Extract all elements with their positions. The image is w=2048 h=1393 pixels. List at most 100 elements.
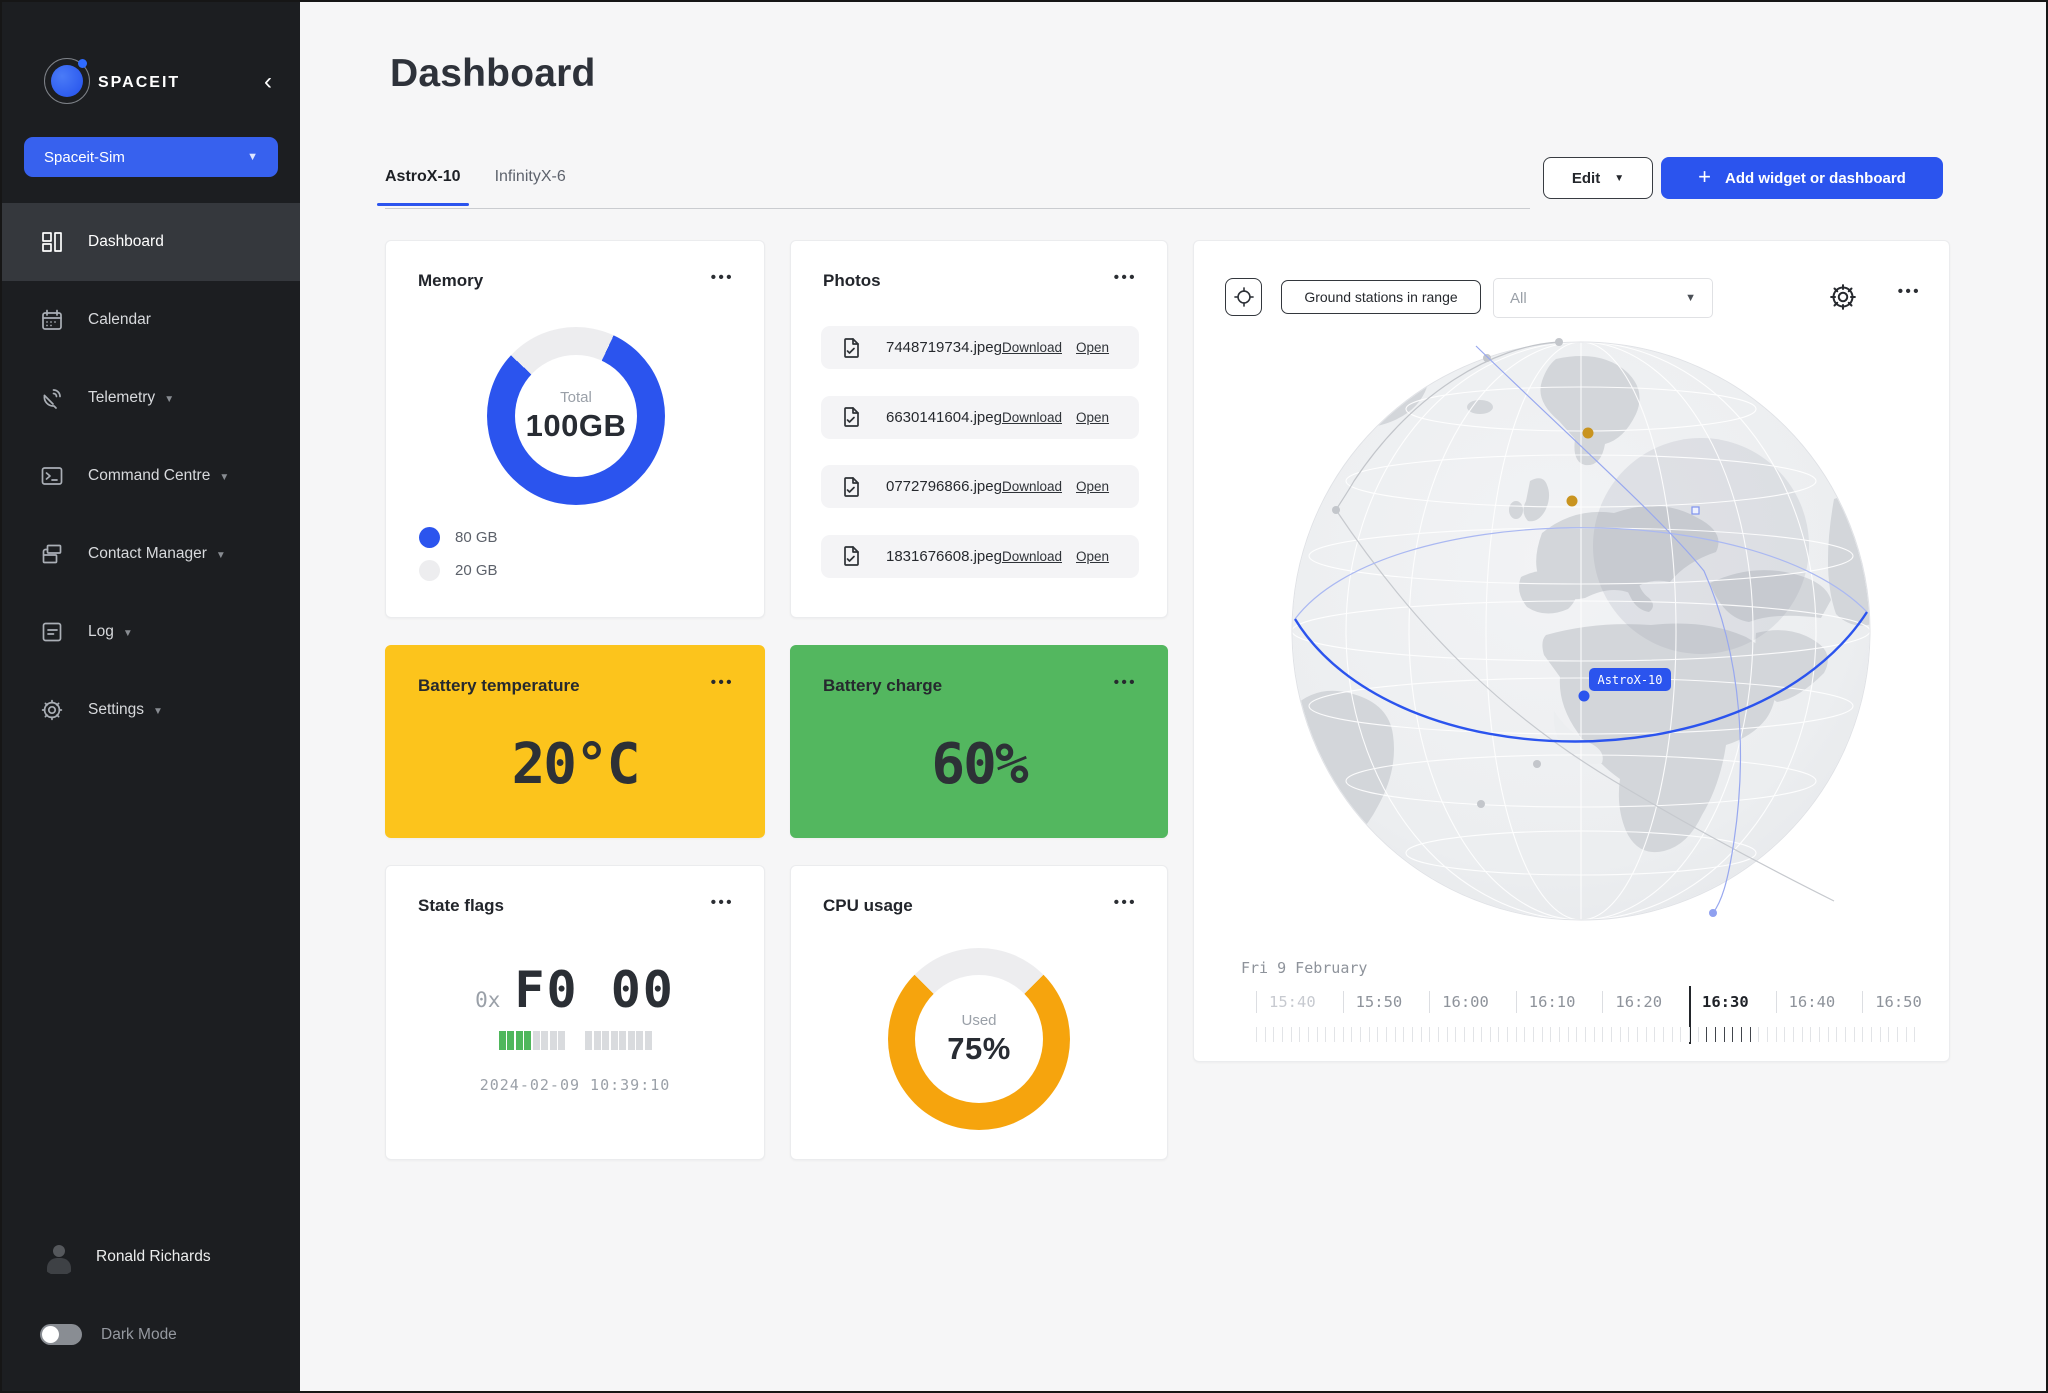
locate-button[interactable] <box>1225 278 1262 316</box>
chevron-down-icon: ▼ <box>219 470 229 483</box>
photo-row: 0772796866.jpegDownload Open <box>821 465 1139 508</box>
dashboard-tabs: AstroX-10 InfinityX-6 <box>385 168 1530 209</box>
memory-donut-chart: Total 100GB <box>487 327 665 505</box>
donut-center-value: 100GB <box>526 408 627 444</box>
sidebar-item-label: Contact Manager <box>88 545 207 563</box>
state-flag-bits <box>386 1031 764 1050</box>
flag-bit <box>619 1031 626 1050</box>
flag-bit <box>541 1031 548 1050</box>
sidebar-item-label: Dashboard <box>88 233 164 251</box>
download-link[interactable]: Download <box>1002 479 1062 494</box>
battery-temperature-widget: Battery temperature ••• 20°C <box>385 645 765 838</box>
legend-label: 20 GB <box>455 562 498 579</box>
map-widget: AstroX-10 Ground stations in range All ▼… <box>1193 240 1950 1062</box>
gear-icon <box>1828 282 1858 312</box>
open-link[interactable]: Open <box>1076 479 1109 494</box>
ground-station-marker[interactable] <box>1567 496 1578 507</box>
dark-mode-row: Dark Mode <box>40 1324 177 1345</box>
sidebar-item-settings[interactable]: Settings▼ <box>0 671 300 749</box>
photo-filename: 0772796866.jpeg <box>886 478 1002 495</box>
edit-button[interactable]: Edit ▼ <box>1543 157 1653 199</box>
command-icon <box>40 464 64 488</box>
photo-row: 1831676608.jpegDownload Open <box>821 535 1139 578</box>
open-link[interactable]: Open <box>1076 410 1109 425</box>
map-settings-button[interactable] <box>1828 282 1858 312</box>
sidebar-item-contact-manager[interactable]: Contact Manager▼ <box>0 515 300 593</box>
chevron-down-icon: ▼ <box>1614 173 1624 184</box>
sidebar-item-telemetry[interactable]: Telemetry▼ <box>0 359 300 437</box>
dashboard-icon <box>40 230 64 254</box>
widget-title: Memory <box>418 271 483 291</box>
widget-title: Battery charge <box>823 676 942 696</box>
ellipsis-menu-icon[interactable]: ••• <box>1114 269 1137 286</box>
ground-stations-button[interactable]: Ground stations in range <box>1281 280 1481 314</box>
flag-bit <box>524 1031 531 1050</box>
flag-bit <box>516 1031 523 1050</box>
photo-filename: 1831676608.jpeg <box>886 548 1002 565</box>
satellite-filter-select[interactable]: All ▼ <box>1493 278 1713 318</box>
state-flags-widget: State flags ••• 0xF0 00 2024-02-09 10:39… <box>385 865 765 1160</box>
workspace-selector[interactable]: Spaceit-Sim ▼ <box>24 137 278 177</box>
flag-bit <box>645 1031 652 1050</box>
cpu-donut-chart: Used 75% <box>888 948 1070 1130</box>
settings-icon <box>40 698 64 722</box>
sidebar-collapse-icon[interactable]: ‹ <box>264 68 272 96</box>
battery-charge-widget: Battery charge ••• 60% <box>790 645 1168 838</box>
download-link[interactable]: Download <box>1002 410 1062 425</box>
calendar-icon <box>40 308 64 332</box>
file-check-icon <box>839 336 863 360</box>
photo-row: 7448719734.jpegDownloadOpen <box>821 326 1139 369</box>
photos-widget: Photos ••• 7448719734.jpegDownloadOpen66… <box>790 240 1168 618</box>
contacts-icon <box>40 542 64 566</box>
globe-visualization[interactable]: AstroX-10 <box>1194 241 1951 1063</box>
dark-mode-label: Dark Mode <box>101 1326 177 1344</box>
donut-center-label: Total <box>560 389 592 406</box>
ellipsis-menu-icon[interactable]: ••• <box>711 894 734 911</box>
sidebar-item-label: Settings <box>88 701 144 719</box>
log-icon <box>40 620 64 644</box>
download-link[interactable]: Download <box>1002 549 1062 564</box>
state-flags-value: F0 00 <box>514 961 675 1019</box>
open-link[interactable]: Open <box>1076 549 1109 564</box>
avatar <box>40 1238 78 1276</box>
tab-infinityx-6[interactable]: InfinityX-6 <box>495 168 566 204</box>
sidebar-item-calendar[interactable]: Calendar <box>0 281 300 359</box>
flag-bit <box>507 1031 514 1050</box>
ellipsis-menu-icon[interactable]: ••• <box>1114 674 1137 691</box>
user-name: Ronald Richards <box>96 1248 211 1266</box>
battery-temperature-value: 20°C <box>386 732 764 797</box>
flag-bit <box>602 1031 609 1050</box>
ellipsis-menu-icon[interactable]: ••• <box>1114 894 1137 911</box>
open-link[interactable]: Open <box>1076 340 1109 355</box>
download-link[interactable]: Download <box>1002 340 1062 355</box>
sidebar-item-log[interactable]: Log▼ <box>0 593 300 671</box>
file-check-icon <box>839 544 863 568</box>
add-widget-button[interactable]: + Add widget or dashboard <box>1661 157 1943 199</box>
dark-mode-toggle[interactable] <box>40 1324 82 1345</box>
user-profile[interactable]: Ronald Richards <box>40 1238 211 1276</box>
flag-bit <box>611 1031 618 1050</box>
sidebar-item-label: Log <box>88 623 114 641</box>
memory-legend: 80 GB 20 GB <box>419 527 498 593</box>
legend-label: 80 GB <box>455 529 498 546</box>
state-flags-timestamp: 2024-02-09 10:39:10 <box>386 1076 764 1094</box>
ellipsis-menu-icon[interactable]: ••• <box>711 674 734 691</box>
flag-bit <box>550 1031 557 1050</box>
chevron-down-icon: ▼ <box>1685 292 1696 304</box>
sidebar-item-label: Command Centre <box>88 467 210 485</box>
hex-prefix: 0x <box>475 988 500 1012</box>
crosshair-icon <box>1233 286 1255 308</box>
tab-astrox-10[interactable]: AstroX-10 <box>385 168 461 204</box>
toggle-knob <box>42 1326 59 1343</box>
ellipsis-menu-icon[interactable]: ••• <box>1898 283 1921 300</box>
ground-station-marker[interactable] <box>1583 428 1594 439</box>
legend-dot <box>419 527 440 548</box>
satellite-marker[interactable] <box>1579 691 1590 702</box>
ellipsis-menu-icon[interactable]: ••• <box>711 269 734 286</box>
sidebar-item-command-centre[interactable]: Command Centre ▼ <box>0 437 300 515</box>
flag-bit <box>585 1031 592 1050</box>
sidebar-item-dashboard[interactable]: Dashboard <box>0 203 300 281</box>
satellite-badge[interactable]: AstroX-10 <box>1589 668 1671 691</box>
flag-bit <box>594 1031 601 1050</box>
flag-bit <box>533 1031 540 1050</box>
